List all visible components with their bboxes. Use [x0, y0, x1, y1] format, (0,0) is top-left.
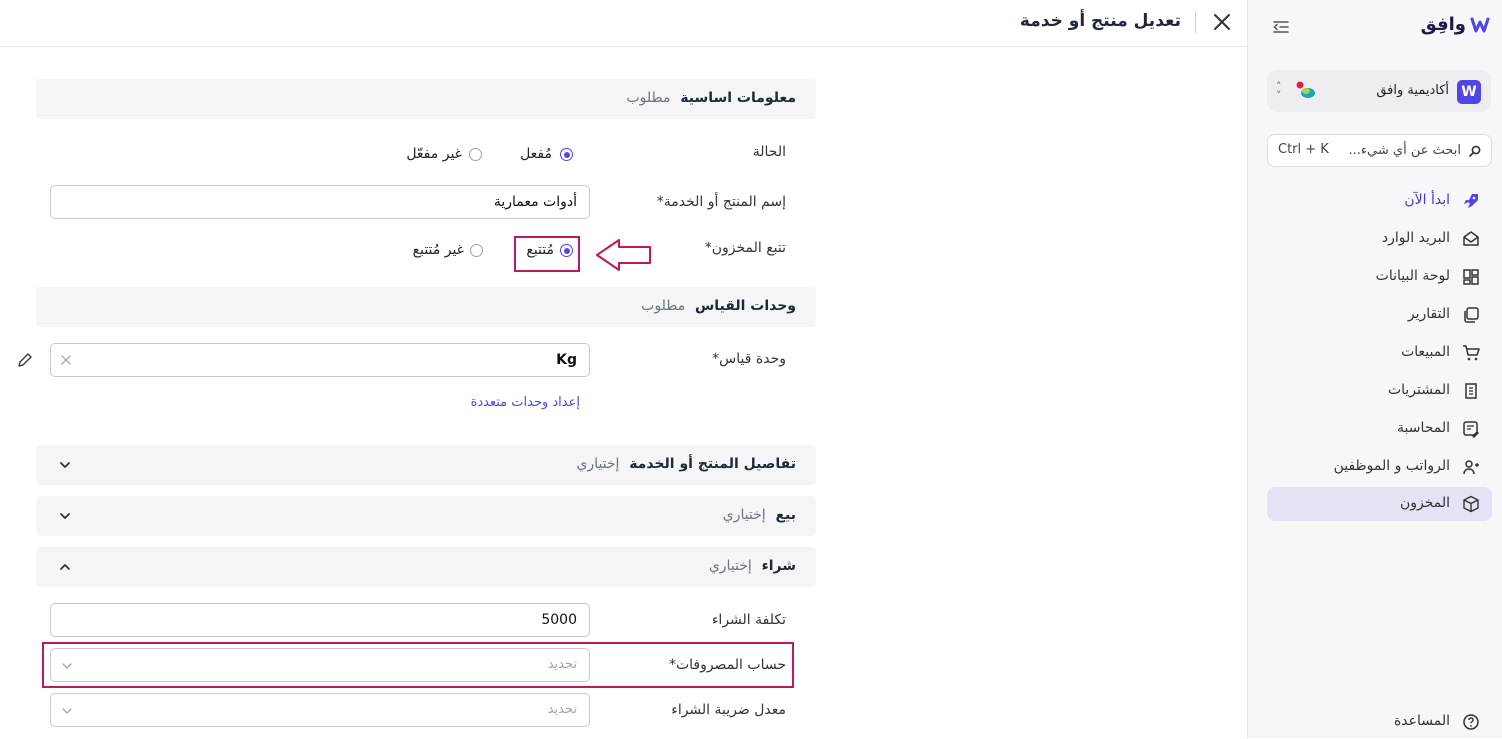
sidebar-item-sales[interactable]: المبيعات — [1267, 336, 1492, 370]
help-icon — [1463, 714, 1479, 730]
switch-arrows-icon: ˄ ˅ — [1276, 80, 1282, 102]
tracking-untracked-radio[interactable] — [470, 244, 483, 257]
unit-value: Kg — [556, 352, 577, 368]
sidebar-item-label: التقارير — [1407, 306, 1450, 322]
close-icon[interactable] — [1212, 12, 1232, 32]
reports-icon — [1464, 307, 1479, 323]
search-placeholder: ابحث عن أي شيء... — [1348, 143, 1461, 158]
tracking-label: تتبع المخزون* — [704, 240, 786, 256]
global-search[interactable]: ابحث عن أي شيء... Ctrl + K — [1267, 134, 1492, 167]
search-shortcut: Ctrl + K — [1278, 142, 1329, 157]
dashboard-icon — [1463, 269, 1479, 285]
expense-account-select[interactable]: تحديد — [50, 648, 590, 682]
sidebar-item-label: لوحة البيانات — [1375, 268, 1450, 284]
sidebar-item-dashboard[interactable]: لوحة البيانات — [1267, 260, 1492, 294]
status-active-label: مُفعل — [520, 146, 552, 162]
section-sell[interactable]: بيع إختياري — [36, 496, 816, 536]
annotation-arrow-icon — [596, 239, 651, 271]
chevron-down-icon — [60, 462, 70, 468]
sidebar-item-get-started[interactable]: ابدأ الآن — [1267, 184, 1492, 218]
box-icon — [1463, 495, 1479, 513]
edit-pencil-icon[interactable] — [16, 351, 34, 369]
unit-select[interactable]: Kg — [50, 343, 590, 377]
sidebar-item-label: البريد الوارد — [1381, 230, 1450, 246]
purchase-cost-input[interactable]: 5000 — [50, 603, 590, 637]
header-divider — [1195, 11, 1196, 33]
sidebar-item-accounting[interactable]: المحاسبة — [1267, 412, 1492, 446]
sidebar-item-label: الرواتب و الموظفين — [1333, 458, 1450, 474]
sidebar-item-label: ابدأ الآن — [1404, 192, 1450, 208]
sidebar-item-inventory[interactable]: المخزون — [1267, 487, 1492, 521]
sidebar-item-label: المحاسبة — [1396, 420, 1450, 436]
unit-label: وحدة قياس* — [712, 351, 786, 367]
purchase-cost-value: 5000 — [541, 612, 577, 628]
section-purchase[interactable]: شراء إختياري — [36, 547, 816, 587]
rocket-icon — [1464, 194, 1478, 208]
sidebar-item-label: المشتريات — [1387, 382, 1450, 398]
app-logo[interactable]: وافِق — [1421, 14, 1490, 35]
chevron-down-icon — [62, 708, 72, 714]
purchase-tax-label: معدل ضريبة الشراء — [671, 702, 786, 718]
sidebar-item-reports[interactable]: التقارير — [1267, 298, 1492, 332]
search-icon — [1469, 145, 1481, 157]
section-title: وحدات القياس مطلوب — [641, 298, 796, 314]
wafeq-logo-icon — [1470, 17, 1490, 32]
sidebar-item-label: المخزون — [1399, 495, 1450, 511]
notification-emoji-icon — [1296, 81, 1315, 98]
chevron-down-icon — [60, 513, 70, 519]
chevron-up-icon — [60, 564, 70, 570]
name-input[interactable]: أدوات معمارية — [50, 185, 590, 219]
sidebar-item-label: المبيعات — [1401, 344, 1450, 360]
section-basic-info: معلومات اساسية مطلوب — [36, 79, 816, 119]
sidebar-item-payroll[interactable]: الرواتب و الموظفين — [1267, 450, 1492, 484]
name-label: إسم المنتج أو الخدمة* — [656, 194, 786, 210]
panel-header: تعديل منتج أو خدمة — [0, 0, 1247, 47]
section-title: شراء إختياري — [708, 558, 796, 574]
organization-switcher[interactable]: W أكاديمية وافق ˄ ˅ — [1267, 70, 1491, 112]
inbox-icon — [1463, 231, 1479, 246]
receipt-icon — [1465, 383, 1477, 399]
section-title: تفاصيل المنتج أو الخدمة إختياري — [576, 456, 796, 472]
expense-account-placeholder: تحديد — [547, 657, 577, 672]
page-title: تعديل منتج أو خدمة — [1019, 11, 1181, 31]
collapse-sidebar-icon[interactable] — [1272, 18, 1290, 36]
logo-text: وافِق — [1420, 14, 1466, 35]
ledger-icon — [1463, 421, 1479, 438]
status-active-radio[interactable] — [560, 148, 573, 161]
status-label: الحالة — [752, 144, 786, 160]
clear-icon[interactable] — [60, 354, 72, 366]
section-units: وحدات القياس مطلوب — [36, 287, 816, 327]
multi-units-link[interactable]: إعداد وحدات متعددة — [471, 395, 580, 410]
sidebar-item-inbox[interactable]: البريد الوارد — [1267, 222, 1492, 256]
name-value: أدوات معمارية — [493, 194, 577, 210]
tracking-untracked-label: غير مُتتبع — [412, 242, 464, 258]
org-badge: W — [1457, 80, 1481, 104]
tracking-tracked-radio[interactable] — [560, 244, 573, 257]
status-inactive-radio[interactable] — [469, 148, 482, 161]
purchase-tax-placeholder: تحديد — [547, 702, 577, 717]
help-label: المساعدة — [1393, 713, 1450, 729]
sidebar: وافِق W أكاديمية وافق ˄ ˅ ابحث عن أي شيء.… — [1247, 0, 1502, 738]
status-inactive-label: غير مفعّل — [406, 146, 462, 162]
help-link[interactable]: المساعدة — [1267, 705, 1492, 739]
sidebar-item-purchases[interactable]: المشتريات — [1267, 374, 1492, 408]
purchase-cost-label: تكلفة الشراء — [711, 612, 786, 628]
section-title: معلومات اساسية مطلوب — [626, 90, 796, 106]
cart-icon — [1463, 345, 1480, 361]
users-icon — [1463, 460, 1479, 475]
org-name: أكاديمية وافق — [1376, 83, 1449, 98]
section-title: بيع إختياري — [722, 507, 796, 523]
purchase-tax-select[interactable]: تحديد — [50, 693, 590, 727]
chevron-down-icon — [62, 663, 72, 669]
section-details[interactable]: تفاصيل المنتج أو الخدمة إختياري — [36, 445, 816, 485]
tracking-tracked-label: مُتتبع — [526, 242, 554, 258]
expense-account-label: حساب المصروفات* — [668, 657, 786, 673]
